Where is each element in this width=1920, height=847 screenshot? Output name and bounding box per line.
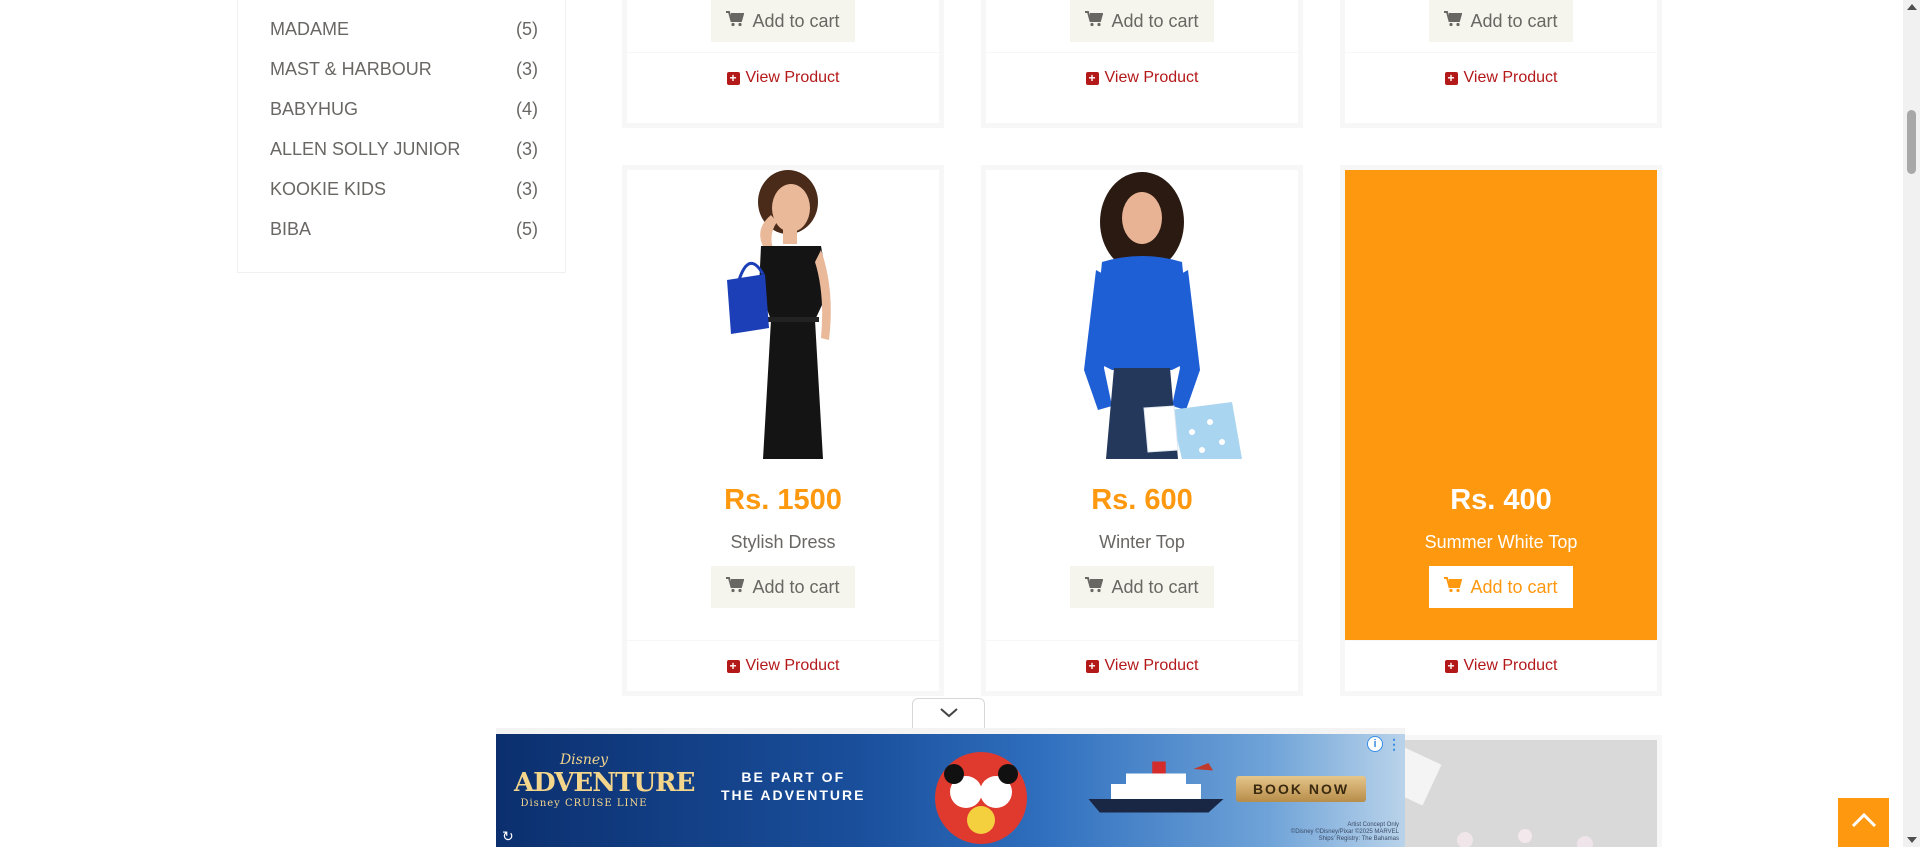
ad-banner[interactable]: Disney ADVENTURE Disney CRUISE LINE BE P… [496,728,1405,847]
brand-label: MAST & HARBOUR [270,58,432,79]
ad-logo: Disney ADVENTURE Disney CRUISE LINE [514,752,695,832]
ad-logo-big: ADVENTURE [514,768,695,798]
ad-menu-icon[interactable]: ⋮ [1387,736,1401,754]
product-card-partial: Add to cart + View Product [1340,0,1662,128]
add-to-cart-button[interactable]: Add to cart [711,566,855,608]
cart-icon [726,576,745,598]
brand-label: BABYHUG [270,98,359,119]
view-product-label: View Product [1104,657,1199,674]
ad-info-icon[interactable]: i [1367,736,1383,752]
view-product-link[interactable]: + View Product [1085,657,1199,675]
scrollbar-thumb[interactable] [1907,110,1916,174]
brand-count: (4) [516,98,538,119]
woman-dress-image [727,170,831,459]
add-to-cart-button[interactable]: Add to cart [1429,0,1573,42]
brand-item-babyhug[interactable]: BABYHUG (4) [270,97,538,121]
brands-panel: MADAME (5) MAST & HARBOUR (3) BABYHUG (4… [237,0,566,273]
ad-tagline-line-1: BE PART OF [741,769,846,785]
ad-fine-line: ©Disney ©Disney/Pixar ©2025 MARVEL [1290,829,1399,835]
brand-label: KOOKIE KIDS [270,178,387,199]
plus-square-icon: + [1085,71,1099,85]
product-price: Rs. 400 [1450,484,1552,516]
vertical-scrollbar[interactable] [1903,0,1920,847]
add-to-cart-button[interactable]: Add to cart [1070,0,1214,42]
product-image[interactable] [986,170,1298,459]
add-to-cart-label: Add to cart [1470,10,1558,31]
view-product-link[interactable]: + View Product [1444,69,1558,87]
ad-logo-line: Disney CRUISE LINE [520,798,648,809]
view-product-label: View Product [1104,69,1199,86]
plus-square-icon: + [726,659,740,673]
product-card-partial: Add to cart + View Product [622,0,944,128]
brand-label: BIBA [270,218,312,239]
view-product-link[interactable]: + View Product [726,69,840,87]
ad-tagline: BE PART OF THE ADVENTURE [721,768,866,804]
plus-square-icon: + [726,71,740,85]
brand-item-biba[interactable]: BIBA (5) [270,217,538,241]
book-now-button[interactable]: BOOK NOW [1236,776,1366,802]
view-product-label: View Product [745,69,840,86]
ad-logo-small: Disney [559,752,609,768]
add-to-cart-button[interactable]: Add to cart [711,0,855,42]
add-to-cart-button[interactable]: Add to cart [1429,566,1573,608]
plus-square-icon: + [1444,659,1458,673]
view-product-label: View Product [1463,657,1558,674]
product-card: Rs. 1500 Stylish Dress Add to cart + Vie… [622,165,944,696]
refresh-icon[interactable]: ↻ [502,828,514,845]
product-price: Rs. 1500 [724,484,842,516]
view-product-label: View Product [1463,69,1558,86]
cart-icon [1085,10,1104,32]
scroll-to-top-button[interactable] [1838,798,1889,847]
brand-item-kookie-kids[interactable]: KOOKIE KIDS (3) [270,177,538,201]
cart-icon [726,10,745,32]
add-to-cart-label: Add to cart [1111,10,1199,31]
brand-count: (5) [516,18,538,39]
chevron-down-icon [939,705,958,723]
brand-count: (3) [516,58,538,79]
add-to-cart-label: Add to cart [1470,576,1558,597]
ad-fine-print: Artist Concept Only ©Disney ©Disney/Pixa… [1291,822,1399,843]
cruise-ship-image [1088,761,1224,813]
view-product-link[interactable]: + View Product [1444,657,1558,675]
add-to-cart-button[interactable]: Add to cart [1070,566,1214,608]
woman-blue-top-image [1084,172,1242,459]
product-name: Winter Top [1099,532,1185,552]
scroll-up-arrow-icon[interactable] [1907,4,1917,10]
product-name: Stylish Dress [730,532,836,552]
ad-collapse-button[interactable] [912,698,985,728]
cart-icon [1085,576,1104,598]
chevron-up-icon [1851,812,1877,833]
plus-square-icon: + [1444,71,1458,85]
brand-label: MADAME [270,18,350,39]
brand-item-madame[interactable]: MADAME (5) [270,17,538,41]
product-card-partial: Add to cart + View Product [981,0,1303,128]
add-to-cart-label: Add to cart [1111,576,1199,597]
brand-item-allen-solly-junior[interactable]: ALLEN SOLLY JUNIOR (3) [270,137,538,161]
brand-count: (3) [516,138,538,159]
ad-fine-line: Ships' Registry: The Bahamas [1318,836,1399,842]
plus-square-icon: + [1085,659,1099,673]
brand-label: ALLEN SOLLY JUNIOR [270,138,461,159]
view-product-link[interactable]: + View Product [1085,69,1199,87]
cart-icon [1444,576,1463,598]
view-product-link[interactable]: + View Product [726,657,840,675]
brand-count: (3) [516,178,538,199]
brand-item-mast-harbour[interactable]: MAST & HARBOUR (3) [270,57,538,81]
product-card: Rs. 600 Winter Top Add to cart + View Pr… [981,165,1303,696]
view-product-label: View Product [745,657,840,674]
product-price: Rs. 600 [1091,484,1193,516]
product-card: Rs. 400 Summer White Top Add to cart + V… [1340,165,1662,696]
add-to-cart-label: Add to cart [752,576,840,597]
brand-count: (5) [516,218,538,239]
scroll-down-arrow-icon[interactable] [1907,837,1917,843]
product-name: Summer White Top [1424,532,1578,552]
ad-tagline-line-2: THE ADVENTURE [721,787,866,803]
add-to-cart-label: Add to cart [752,10,840,31]
ad-fine-line: Artist Concept Only [1347,822,1399,828]
ad-characters-image [935,752,1027,844]
product-image[interactable] [627,170,939,459]
cart-icon [1444,10,1463,32]
